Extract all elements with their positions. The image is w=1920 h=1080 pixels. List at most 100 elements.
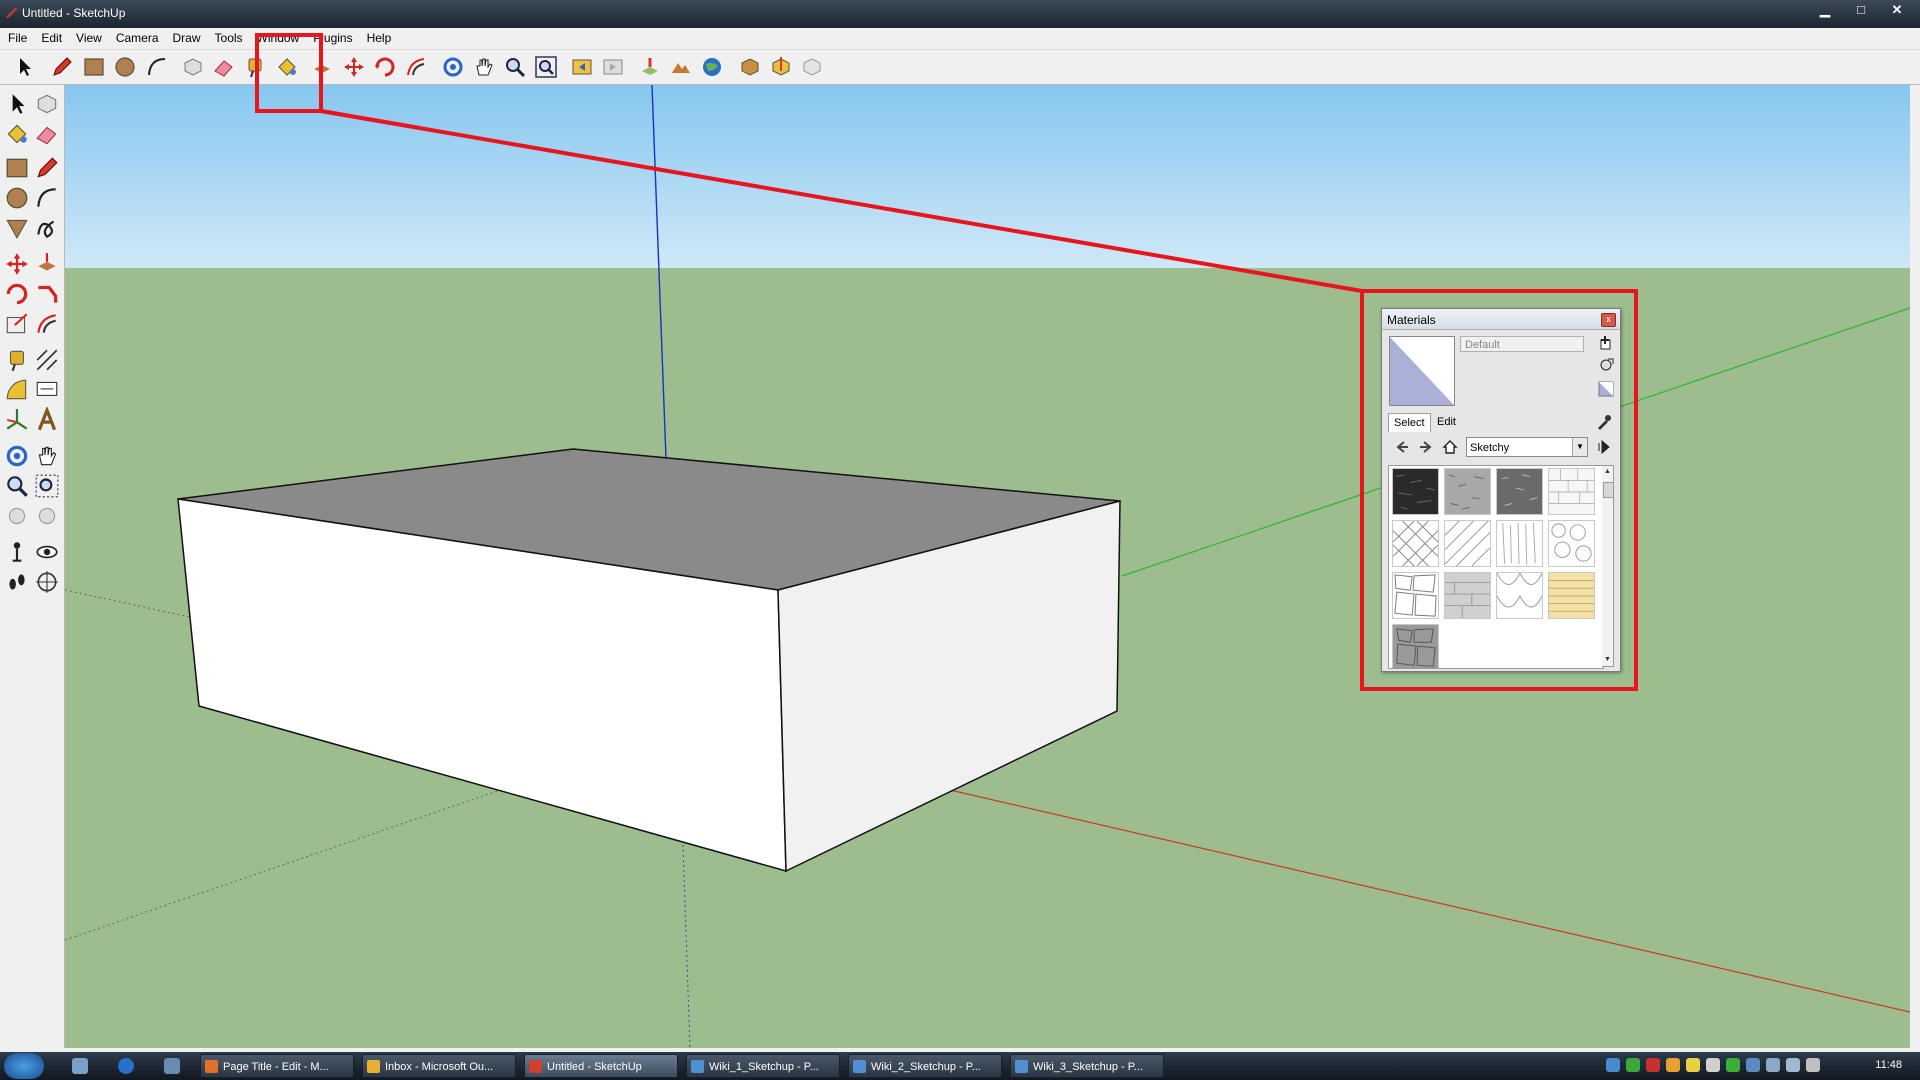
eraser-icon[interactable]	[212, 55, 236, 79]
section-plane-tool-icon[interactable]	[34, 569, 60, 595]
swatch-dark-noise[interactable]	[1496, 468, 1543, 515]
tray-display-icon[interactable]	[1746, 1058, 1760, 1072]
scroll-down-icon[interactable]: ▼	[1603, 655, 1612, 665]
swatch-scale[interactable]	[1496, 572, 1543, 619]
swatch-diagonal-hatch[interactable]	[1444, 520, 1491, 567]
offset-icon[interactable]	[404, 55, 428, 79]
tray-monitor-icon[interactable]	[1766, 1058, 1780, 1072]
materials-panel-titlebar[interactable]: Materials x	[1382, 309, 1620, 330]
taskbar-button-sketchup[interactable]: Untitled - SketchUp	[524, 1054, 678, 1078]
add-location-icon[interactable]	[638, 55, 662, 79]
scroll-up-icon[interactable]: ▲	[1603, 467, 1612, 477]
rectangle-tool-icon[interactable]	[4, 155, 30, 181]
pan-icon[interactable]	[472, 55, 496, 79]
get-models-icon[interactable]	[738, 55, 762, 79]
tray-volume-icon[interactable]	[1786, 1058, 1800, 1072]
chevron-down-icon[interactable]: ▼	[1572, 438, 1587, 456]
rotate-icon[interactable]	[373, 55, 397, 79]
rotate-tool-icon[interactable]	[4, 281, 30, 307]
close-window-button[interactable]: ✕	[1880, 2, 1914, 20]
library-select[interactable]: Sketchy ▼	[1466, 437, 1588, 457]
orbit-icon[interactable]	[441, 55, 465, 79]
menu-edit[interactable]: Edit	[33, 28, 68, 45]
axes-tool-icon[interactable]	[4, 407, 30, 433]
tray-flag-icon[interactable]	[1806, 1058, 1820, 1072]
scale-tool-icon[interactable]	[4, 311, 30, 337]
create-material-icon[interactable]	[1598, 335, 1614, 351]
tray-pdf-icon[interactable]	[1646, 1058, 1660, 1072]
swatch-vertical-stroke[interactable]	[1496, 520, 1543, 567]
zoom-tool-icon[interactable]	[4, 473, 30, 499]
menu-camera[interactable]: Camera	[108, 28, 165, 45]
next-tool-icon[interactable]	[34, 503, 60, 529]
component-tool-icon[interactable]	[34, 91, 60, 117]
taskbar-button-wiki-2[interactable]: Wiki_2_Sketchup - P...	[848, 1054, 1002, 1078]
swatch-gray-noise[interactable]	[1444, 468, 1491, 515]
start-button[interactable]	[4, 1053, 44, 1079]
show-desktop-icon[interactable]	[72, 1058, 88, 1074]
google-earth-icon[interactable]	[700, 55, 724, 79]
follow-me-tool-icon[interactable]	[34, 281, 60, 307]
taskbar-button-wiki-1[interactable]: Wiki_1_Sketchup - P...	[686, 1054, 840, 1078]
switch-windows-icon[interactable]	[164, 1058, 180, 1074]
tab-edit[interactable]: Edit	[1432, 413, 1461, 431]
tape-measure-tool-icon[interactable]	[4, 347, 30, 373]
tray-alert-icon[interactable]	[1666, 1058, 1680, 1072]
menu-window[interactable]: Window	[249, 28, 306, 45]
toggle-terrain-icon[interactable]	[669, 55, 693, 79]
pencil-icon[interactable]	[50, 55, 74, 79]
line-tool-icon[interactable]	[34, 155, 60, 181]
rectangle-icon[interactable]	[82, 55, 106, 79]
move-tool-icon[interactable]	[4, 251, 30, 277]
tape-measure-icon[interactable]	[243, 55, 267, 79]
zoom-window-tool-icon[interactable]	[34, 473, 60, 499]
menu-view[interactable]: View	[68, 28, 108, 45]
text-tool-icon[interactable]	[34, 377, 60, 403]
modeling-viewport[interactable]	[65, 85, 1910, 1048]
swatch-scrollbar[interactable]: ▲ ▼	[1602, 465, 1614, 667]
tab-select[interactable]: Select	[1388, 413, 1431, 432]
move-icon[interactable]	[342, 55, 366, 79]
taskbar-button-outlook[interactable]: Inbox - Microsoft Ou...	[362, 1054, 516, 1078]
zoom-extents-icon[interactable]	[534, 55, 558, 79]
dimension-tool-icon[interactable]	[34, 347, 60, 373]
minimize-button[interactable]: ▁	[1808, 2, 1842, 20]
zoom-icon[interactable]	[503, 55, 527, 79]
menu-plugins[interactable]: Plugins	[305, 28, 358, 45]
sample-paint-icon[interactable]	[1596, 414, 1612, 430]
offset-tool-icon[interactable]	[34, 311, 60, 337]
tray-battery-icon[interactable]	[1726, 1058, 1740, 1072]
swatch-stone-outline[interactable]	[1548, 520, 1595, 567]
polygon-tool-icon[interactable]	[4, 215, 30, 241]
details-arrow-icon[interactable]	[1596, 439, 1612, 455]
tray-folder-icon[interactable]	[1686, 1058, 1700, 1072]
look-around-tool-icon[interactable]	[34, 539, 60, 565]
scene-canvas[interactable]	[65, 85, 1910, 1048]
tray-network-icon[interactable]	[1606, 1058, 1620, 1072]
protractor-tool-icon[interactable]	[4, 377, 30, 403]
arc-tool-icon[interactable]	[34, 185, 60, 211]
taskbar-button-edit-page[interactable]: Page Title - Edit - M...	[200, 1054, 354, 1078]
share-component-icon[interactable]	[800, 55, 824, 79]
material-name-field[interactable]: Default	[1460, 336, 1584, 352]
taskbar-button-wiki-3[interactable]: Wiki_3_Sketchup - P...	[1010, 1054, 1164, 1078]
swatch-flagstone[interactable]	[1392, 572, 1439, 619]
tray-security-icon[interactable]	[1626, 1058, 1640, 1072]
panel-close-button[interactable]: x	[1601, 313, 1616, 327]
paint-tool-icon[interactable]	[4, 121, 30, 147]
next-view-icon[interactable]	[601, 55, 625, 79]
scroll-thumb[interactable]	[1603, 482, 1614, 498]
push-pull-tool-icon[interactable]	[34, 251, 60, 277]
eraser-tool-icon[interactable]	[34, 121, 60, 147]
pan-tool-icon[interactable]	[34, 443, 60, 469]
previous-tool-icon[interactable]	[4, 503, 30, 529]
freehand-tool-icon[interactable]	[34, 215, 60, 241]
swatch-shingle[interactable]	[1444, 572, 1491, 619]
tray-device-icon[interactable]	[1706, 1058, 1720, 1072]
orbit-tool-icon[interactable]	[4, 443, 30, 469]
maximize-button[interactable]: □	[1844, 2, 1878, 20]
swatch-brick-outline[interactable]	[1548, 468, 1595, 515]
share-model-icon[interactable]	[769, 55, 793, 79]
paint-bucket-icon[interactable]	[275, 55, 299, 79]
forward-arrow-icon[interactable]	[1418, 439, 1434, 455]
